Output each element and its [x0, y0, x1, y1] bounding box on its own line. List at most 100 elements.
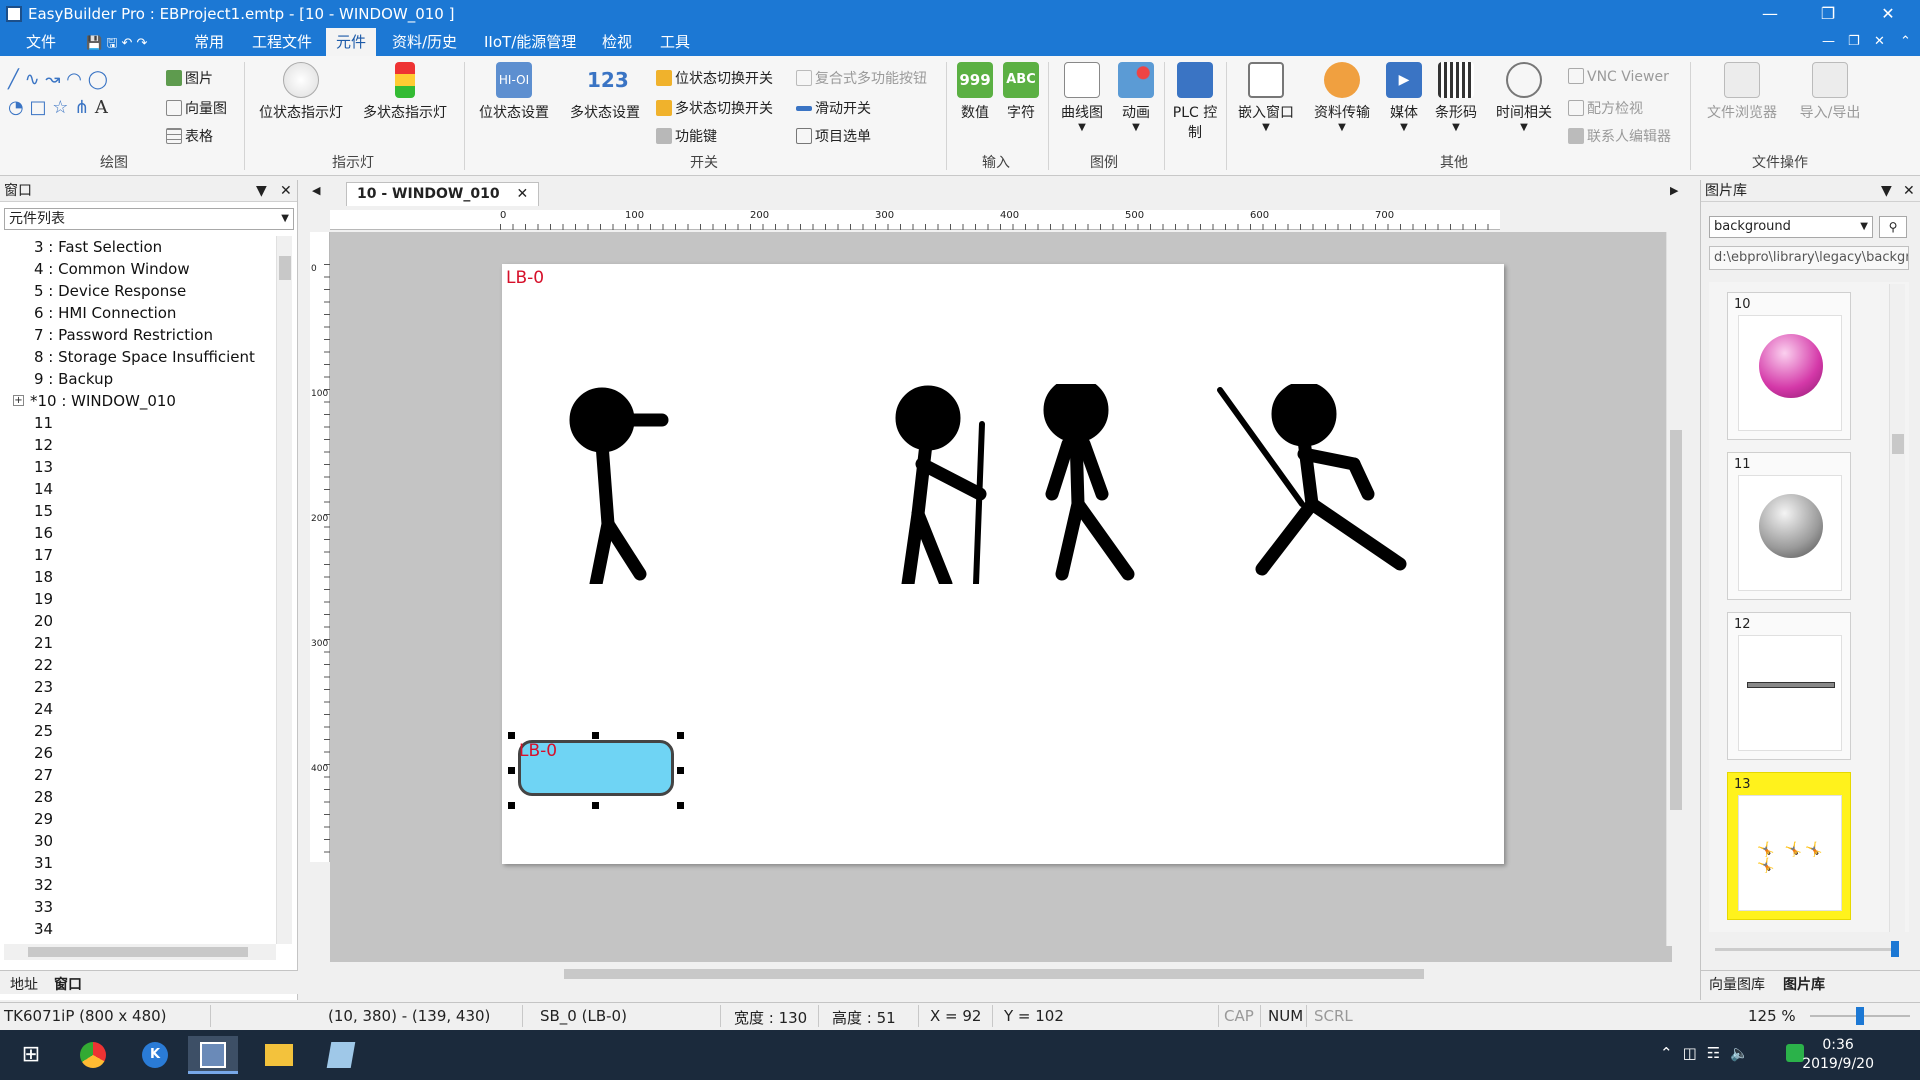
menu-tools[interactable]: 工具 — [656, 28, 694, 56]
scroll-thumb[interactable] — [564, 969, 1424, 979]
tree-horizontal-scrollbar[interactable] — [4, 944, 276, 960]
mdi-minimize-icon[interactable]: — — [1822, 34, 1835, 49]
contact-editor-button[interactable]: 联系人编辑器 — [1568, 126, 1671, 146]
item-list-button[interactable]: 项目选单 — [796, 126, 871, 146]
tree-item[interactable]: 25 — [34, 720, 53, 742]
thumbnail-size-slider[interactable] — [1715, 941, 1899, 957]
file-browser-button[interactable]: 文件浏览器 — [1700, 62, 1784, 122]
word-set-button[interactable]: 123 多状态设置 — [564, 62, 646, 122]
zoom-slider[interactable] — [1810, 1007, 1910, 1025]
barcode-button[interactable]: 条形码 ▼ — [1430, 62, 1482, 133]
library-select[interactable]: background ▼ — [1709, 216, 1873, 238]
scroll-thumb[interactable] — [1892, 434, 1904, 454]
tab-scroll-right-icon[interactable]: ▶ — [1670, 184, 1678, 197]
chrome-icon[interactable] — [68, 1036, 118, 1074]
hmi-window-canvas[interactable]: LB-0 LB-0 — [502, 264, 1504, 864]
tree-item[interactable]: 31 — [34, 852, 53, 874]
library-path-field[interactable]: d:\ebpro\library\legacy\backgroun — [1709, 246, 1909, 270]
resize-handle[interactable] — [508, 802, 515, 809]
expand-icon[interactable]: + — [13, 395, 24, 406]
tree-item[interactable]: 22 — [34, 654, 53, 676]
tree-item[interactable]: 21 — [34, 632, 53, 654]
zoom-slider-handle[interactable] — [1856, 1007, 1864, 1025]
numeric-button[interactable]: 999 数值 — [954, 62, 996, 122]
connector-icon[interactable]: ↝ — [45, 69, 60, 90]
resize-handle[interactable] — [677, 802, 684, 809]
sector-icon[interactable]: ◔ — [8, 97, 24, 118]
tree-item[interactable]: 27 — [34, 764, 53, 786]
thumbnail-item[interactable]: 10 — [1727, 292, 1851, 440]
tab-picture-library[interactable]: 图片库 — [1783, 974, 1825, 994]
tree-item[interactable]: 8 : Storage Space Insufficient — [34, 346, 255, 368]
tree-item[interactable]: 23 — [34, 676, 53, 698]
system-tray-icons[interactable]: ⌃◫☶🔈 — [1660, 1044, 1759, 1062]
bit-toggle-button[interactable]: 位状态切换开关 — [656, 68, 773, 88]
media-button[interactable]: ▶ 媒体 ▼ — [1382, 62, 1426, 133]
plc-control-button[interactable]: PLC 控制 — [1170, 62, 1220, 142]
menu-objects[interactable]: 元件 — [326, 28, 376, 56]
tab-window-010[interactable]: 10 - WINDOW_010 ✕ — [346, 182, 540, 206]
bit-set-button[interactable]: HI-OI 位状态设置 — [474, 62, 554, 122]
tree-item[interactable]: 3 : Fast Selection — [34, 236, 162, 258]
tab-address[interactable]: 地址 — [10, 974, 38, 994]
tree-item[interactable]: 4 : Common Window — [34, 258, 190, 280]
arc-icon[interactable]: ◠ — [66, 69, 82, 90]
time-button[interactable]: 时间相关 ▼ — [1488, 62, 1560, 133]
slide-switch-button[interactable]: 滑动开关 — [796, 98, 871, 118]
tree-item[interactable]: 20 — [34, 610, 53, 632]
resize-handle[interactable] — [508, 732, 515, 739]
vector-button[interactable]: 向量图 — [166, 98, 227, 118]
rectangle-icon[interactable]: □ — [29, 97, 46, 118]
thumbnail-item[interactable]: 11 — [1727, 452, 1851, 600]
multi-toggle-button[interactable]: 多状态切换开关 — [656, 98, 773, 118]
search-icon[interactable]: ⚲ — [1879, 216, 1907, 238]
picture-button[interactable]: 图片 — [166, 68, 213, 88]
thumbnail-list[interactable]: 10 11 12 13 🤸 🤸🤸🤸 — [1709, 282, 1909, 932]
tree-item[interactable]: 19 — [34, 588, 53, 610]
resize-handle[interactable] — [508, 767, 515, 774]
tab-scroll-left-icon[interactable]: ◀ — [312, 184, 320, 197]
quick-access-icons[interactable]: 💾 🖫 ↶ ↷ — [86, 34, 147, 56]
tree-item[interactable]: 11 — [34, 412, 53, 434]
thumbnail-item-selected[interactable]: 13 🤸 🤸🤸🤸 — [1727, 772, 1851, 920]
tab-vector-library[interactable]: 向量图库 — [1709, 974, 1765, 994]
trend-button[interactable]: 曲线图 ▼ — [1056, 62, 1108, 133]
mdi-close-icon[interactable]: ✕ — [1874, 34, 1885, 49]
tree-item[interactable]: 7 : Password Restriction — [34, 324, 213, 346]
restore-button[interactable]: ❐ — [1800, 0, 1856, 28]
tree-item-current-window[interactable]: *10 : WINDOW_010 — [30, 390, 176, 412]
ribbon-collapse-icon[interactable]: ⌃ — [1900, 34, 1911, 49]
stick-figures-image[interactable] — [562, 384, 1462, 584]
panel-close-icon[interactable]: ✕ — [280, 180, 292, 202]
resize-handle[interactable] — [592, 732, 599, 739]
menu-view[interactable]: 检视 — [598, 28, 636, 56]
menu-file[interactable]: 文件 — [22, 28, 60, 56]
data-transfer-button[interactable]: 资料传输 ▼ — [1310, 62, 1374, 133]
mdi-restore-icon[interactable]: ❐ — [1848, 34, 1860, 49]
import-export-button[interactable]: 导入/导出 — [1792, 62, 1868, 122]
thumbnail-item[interactable]: 12 — [1727, 612, 1851, 760]
resize-handle[interactable] — [677, 732, 684, 739]
circle-icon[interactable]: ◯ — [88, 69, 108, 90]
tree-item[interactable]: 13 — [34, 456, 53, 478]
panel-menu-icon[interactable]: ▼ — [1881, 180, 1892, 202]
tree-item[interactable]: 30 — [34, 830, 53, 852]
ascii-button[interactable]: ABC 字符 — [1000, 62, 1042, 122]
vnc-viewer-button[interactable]: VNC Viewer — [1568, 68, 1669, 85]
table-button[interactable]: 表格 — [166, 126, 213, 146]
animation-button[interactable]: 动画 ▼ — [1112, 62, 1160, 133]
tab-window[interactable]: 窗口 — [54, 974, 82, 994]
tree-item[interactable]: 9 : Backup — [34, 368, 113, 390]
editor-horizontal-scrollbar[interactable] — [330, 966, 1666, 982]
resize-handle[interactable] — [592, 802, 599, 809]
tree-item[interactable]: 5 : Device Response — [34, 280, 186, 302]
tree-item[interactable]: 24 — [34, 698, 53, 720]
set-bit-button-object[interactable]: LB-0 — [518, 740, 674, 796]
tree-item[interactable]: 15 — [34, 500, 53, 522]
recipe-view-button[interactable]: 配方检视 — [1568, 98, 1643, 118]
resize-handle[interactable] — [677, 767, 684, 774]
easybuilder-taskbar-icon[interactable] — [188, 1036, 238, 1074]
scroll-thumb[interactable] — [279, 256, 291, 280]
minimize-button[interactable]: — — [1742, 0, 1798, 28]
element-list-select[interactable]: 元件列表 ▼ — [4, 208, 294, 230]
